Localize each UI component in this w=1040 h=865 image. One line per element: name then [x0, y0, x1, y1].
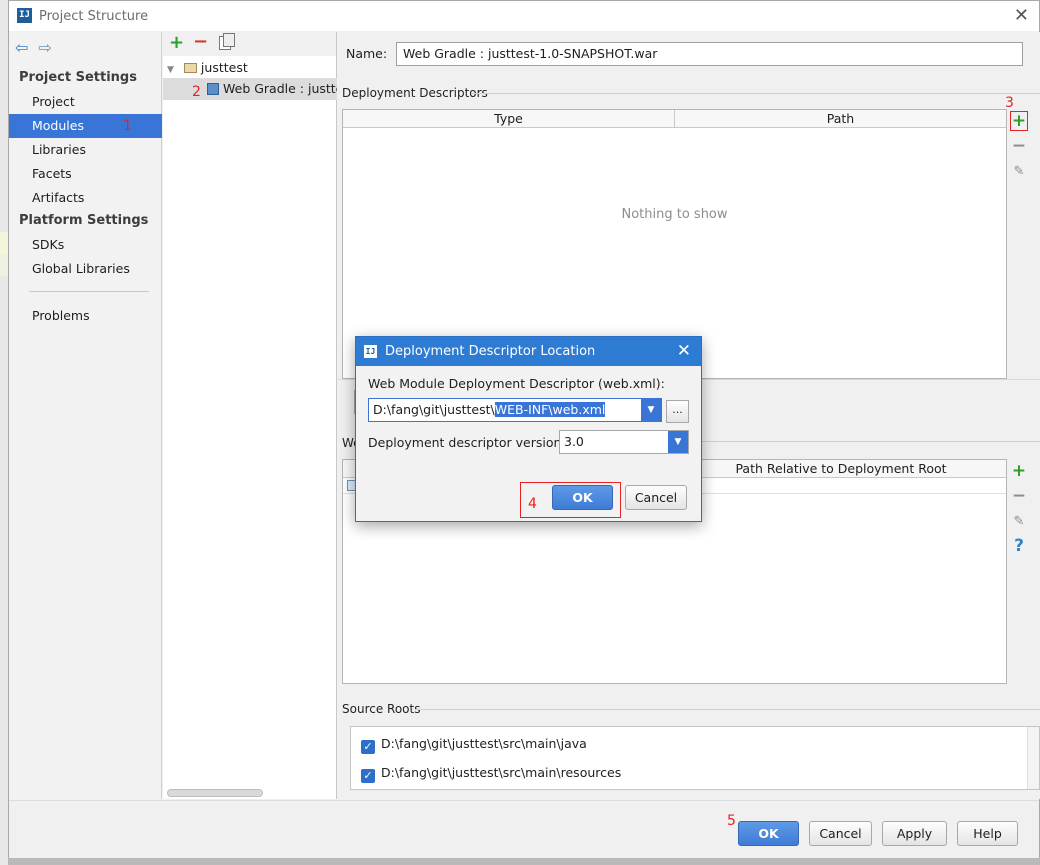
ok-button[interactable]: OK: [738, 821, 799, 846]
annotation-5: 5: [727, 813, 736, 829]
add-module-icon[interactable]: +: [169, 32, 184, 53]
source-root-item[interactable]: ✓ D:\fang\git\justtest\src\main\java: [361, 733, 587, 755]
background-highlight: [0, 232, 8, 254]
section-project-settings: Project Settings: [19, 70, 137, 85]
help-button[interactable]: Help: [957, 821, 1018, 846]
descriptor-path-label: Web Module Deployment Descriptor (web.xm…: [368, 376, 665, 391]
table-header: Type Path: [343, 110, 1006, 128]
sidebar-item-project[interactable]: Project: [9, 90, 162, 114]
source-roots-list: ✓ D:\fang\git\justtest\src\main\java ✓ D:\…: [350, 726, 1040, 790]
annotation-4: 4: [528, 496, 537, 512]
sidebar-item-sdks[interactable]: SDKs: [9, 233, 162, 257]
tree-node-label: Web Gradle : justte: [223, 81, 337, 96]
remove-descriptor-icon[interactable]: −: [1006, 134, 1032, 159]
tree-node-label: justtest: [200, 60, 248, 75]
intellij-icon: IJ: [17, 8, 32, 23]
help-icon[interactable]: ?: [1006, 534, 1032, 559]
module-folder-icon: [183, 63, 197, 73]
section-platform-settings: Platform Settings: [19, 213, 149, 228]
chevron-down-icon[interactable]: ▼: [641, 399, 661, 421]
edit-web-resource-icon[interactable]: ✎: [1006, 509, 1032, 534]
group-divider: [472, 93, 1040, 94]
dialog-footer: 5 OK Cancel Apply Help: [9, 800, 1039, 858]
column-type[interactable]: Type: [343, 110, 675, 128]
sidebar-divider: [29, 291, 149, 292]
tree-toolbar: + −: [163, 31, 336, 56]
tree-node-justtest[interactable]: ▼ justtest: [167, 57, 337, 79]
descriptor-path-combo[interactable]: D:\fang\git\justtest\WEB-INF\web.xml ▼: [368, 398, 662, 422]
descriptor-toolbar: + − ✎: [1006, 109, 1032, 184]
close-icon[interactable]: ✕: [677, 341, 691, 361]
apply-button[interactable]: Apply: [882, 821, 947, 846]
browse-button[interactable]: ...: [666, 400, 689, 423]
name-label: Name:: [346, 46, 388, 61]
tree-node-web-gradle[interactable]: Web Gradle : justte: [163, 78, 337, 100]
dialog-title: Deployment Descriptor Location: [385, 344, 596, 359]
cancel-button[interactable]: Cancel: [809, 821, 872, 846]
annotation-1: 1: [123, 118, 132, 134]
settings-sidebar: ⇦ ⇨ Project Settings Project Modules 1 Li…: [9, 32, 162, 799]
path-selected: WEB-INF\web.xml: [494, 402, 606, 417]
remove-web-resource-icon[interactable]: −: [1006, 484, 1032, 509]
close-icon[interactable]: ✕: [1014, 5, 1029, 26]
add-descriptor-icon[interactable]: +: [1006, 109, 1032, 134]
deployment-descriptor-location-dialog: IJ Deployment Descriptor Location ✕ Web …: [355, 336, 702, 522]
sidebar-item-problems[interactable]: Problems: [9, 304, 162, 328]
dialog-cancel-button[interactable]: Cancel: [625, 485, 687, 510]
expand-caret-icon[interactable]: ▼: [167, 65, 174, 75]
forward-arrow-icon[interactable]: ⇨: [38, 38, 51, 57]
add-web-resource-icon[interactable]: +: [1006, 459, 1032, 484]
nav-arrows: ⇦ ⇨: [15, 38, 62, 57]
dialog-ok-button[interactable]: OK: [552, 485, 613, 510]
empty-table-text: Nothing to show: [621, 207, 728, 222]
remove-module-icon[interactable]: −: [193, 31, 208, 52]
group-divider: [416, 709, 1040, 710]
horizontal-scrollbar[interactable]: [167, 789, 263, 797]
dialog-title-bar: IJ Deployment Descriptor Location ✕: [356, 337, 701, 366]
source-root-path: D:\fang\git\justtest\src\main\resources: [381, 765, 622, 780]
path-prefix: D:\fang\git\justtest\: [373, 402, 495, 417]
checkbox-checked-icon[interactable]: ✓: [361, 769, 375, 783]
window-title: Project Structure: [39, 9, 149, 24]
vertical-scrollbar[interactable]: [1027, 727, 1039, 789]
annotation-2: 2: [192, 84, 201, 100]
sidebar-item-artifacts[interactable]: Artifacts: [9, 186, 162, 210]
background-window-strip: [0, 0, 8, 865]
version-value: 3.0: [564, 434, 584, 449]
intellij-icon: IJ: [364, 345, 377, 358]
sidebar-item-label: Modules: [32, 118, 84, 133]
version-select[interactable]: 3.0 ▼: [559, 430, 689, 454]
web-facet-icon: [207, 83, 219, 95]
checkbox-checked-icon[interactable]: ✓: [361, 740, 375, 754]
web-resource-toolbar: + − ✎ ?: [1006, 459, 1032, 559]
version-label: Deployment descriptor version: [368, 435, 562, 450]
title-bar: IJ Project Structure ✕: [9, 1, 1039, 31]
chevron-down-icon[interactable]: ▼: [668, 431, 688, 453]
sidebar-item-modules[interactable]: Modules: [9, 114, 162, 138]
edit-descriptor-icon[interactable]: ✎: [1006, 159, 1032, 184]
copy-icon[interactable]: [219, 33, 235, 50]
source-roots-label: Source Roots: [342, 702, 421, 716]
back-arrow-icon[interactable]: ⇦: [15, 38, 28, 57]
sidebar-item-facets[interactable]: Facets: [9, 162, 162, 186]
deployment-descriptors-label: Deployment Descriptors: [342, 86, 488, 100]
source-root-path: D:\fang\git\justtest\src\main\java: [381, 736, 587, 751]
name-input[interactable]: Web Gradle : justtest-1.0-SNAPSHOT.war: [396, 42, 1023, 66]
column-path-relative[interactable]: Path Relative to Deployment Root: [675, 460, 1006, 478]
descriptor-path-value[interactable]: D:\fang\git\justtest\WEB-INF\web.xml: [373, 399, 606, 421]
module-tree-panel: + − ▼ justtest Web Gradle : justte 2: [163, 31, 337, 799]
sidebar-item-libraries[interactable]: Libraries: [9, 138, 162, 162]
source-root-item[interactable]: ✓ D:\fang\git\justtest\src\main\resources: [361, 762, 621, 784]
background-highlight: [0, 254, 8, 276]
column-path[interactable]: Path: [675, 110, 1006, 128]
sidebar-item-global-libraries[interactable]: Global Libraries: [9, 257, 162, 281]
